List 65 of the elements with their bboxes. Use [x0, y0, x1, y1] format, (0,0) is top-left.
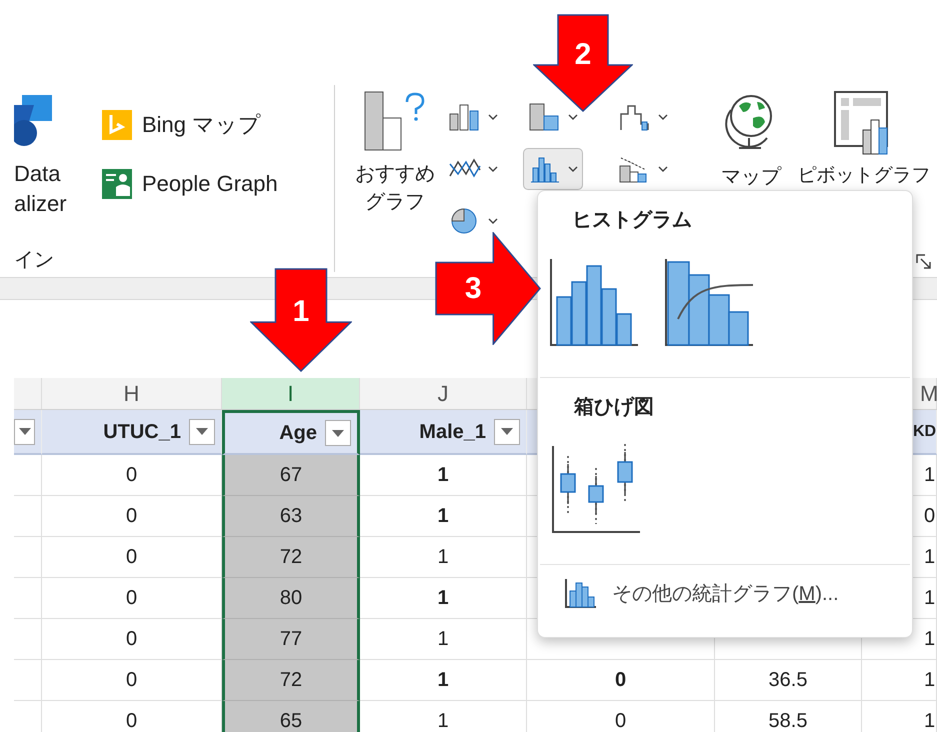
visualizer-logo-icon [14, 95, 52, 147]
caret-icon [568, 114, 578, 120]
column-title: Male_1 [419, 420, 486, 444]
arrow-icon [250, 268, 352, 372]
arrow-icon [435, 232, 541, 345]
column-letter[interactable]: I [222, 378, 360, 409]
pivot-chart-button[interactable]: ピボットグラフ [799, 90, 929, 277]
table-cell: 65 [222, 701, 360, 732]
chart-type-button[interactable] [523, 148, 583, 190]
step-number: 1 [292, 296, 310, 327]
filter-button[interactable] [14, 418, 35, 444]
caret-icon [488, 218, 498, 224]
caret-icon [658, 166, 668, 172]
menu-section-title: ヒストグラム [572, 208, 692, 233]
table-cell: 0 [527, 701, 715, 732]
step-number: 3 [464, 274, 482, 304]
column-title: Age [279, 421, 317, 446]
map-button[interactable]: マップ [711, 90, 791, 277]
table-cell: 1 [862, 701, 937, 732]
histogram-icon [564, 579, 596, 609]
visualizer-label[interactable]: alizer [14, 189, 86, 219]
arrow-icon [533, 14, 633, 112]
chart-question-icon [363, 90, 427, 152]
table-cell: 1 [360, 619, 527, 660]
filter-button[interactable] [494, 418, 520, 444]
table-cell: 77 [222, 619, 360, 660]
table-cell: 1 [360, 701, 527, 732]
table-cell: 36.5 [715, 660, 862, 701]
table-cell: 1 [360, 455, 527, 496]
step-number: 2 [574, 40, 592, 70]
caret-icon [488, 114, 498, 120]
dropdown-arrow-icon [501, 428, 513, 435]
more-charts-label: その他の統計グラフ(M)... [612, 582, 839, 607]
table-cell: 1 [360, 496, 527, 537]
column-letter[interactable]: J [360, 378, 527, 409]
table-cell: 80 [222, 578, 360, 619]
bing-maps-button[interactable]: Bing マップ [102, 108, 278, 141]
table-cell: 1 [360, 578, 527, 619]
dialog-launcher-icon[interactable] [916, 254, 932, 270]
filter-button[interactable] [325, 420, 351, 446]
chevron-logo-icon [102, 110, 132, 140]
recommended-charts-button[interactable]: おすすめ グラフ [353, 90, 437, 277]
column-title: UTUC_1 [103, 420, 181, 444]
caret-icon [658, 114, 668, 120]
table-cell: 63 [222, 496, 360, 537]
table-cell: 58.5 [715, 701, 862, 732]
caret-icon [488, 166, 498, 172]
table-cell: 72 [222, 537, 360, 578]
table-cell: 1 [360, 660, 527, 701]
person-card-icon [102, 168, 132, 198]
table-cell: 0 [527, 660, 715, 701]
dropdown-arrow-icon [196, 428, 208, 435]
people-graph-button[interactable]: People Graph [102, 167, 278, 200]
table-cell: 1 [360, 537, 527, 578]
caret-icon [568, 166, 578, 172]
visualizer-label[interactable]: Data [14, 159, 86, 189]
table-cell: 67 [222, 455, 360, 496]
dropdown-arrow-icon [18, 428, 30, 435]
filter-button[interactable] [189, 418, 215, 444]
menu-section-title: 箱ひげ図 [574, 395, 654, 420]
dropdown-arrow-icon [332, 430, 344, 436]
column-title: KD [913, 422, 936, 442]
table-cell: 72 [222, 660, 360, 701]
group-label: イン [14, 250, 54, 270]
table-cell: 1 [862, 660, 937, 701]
